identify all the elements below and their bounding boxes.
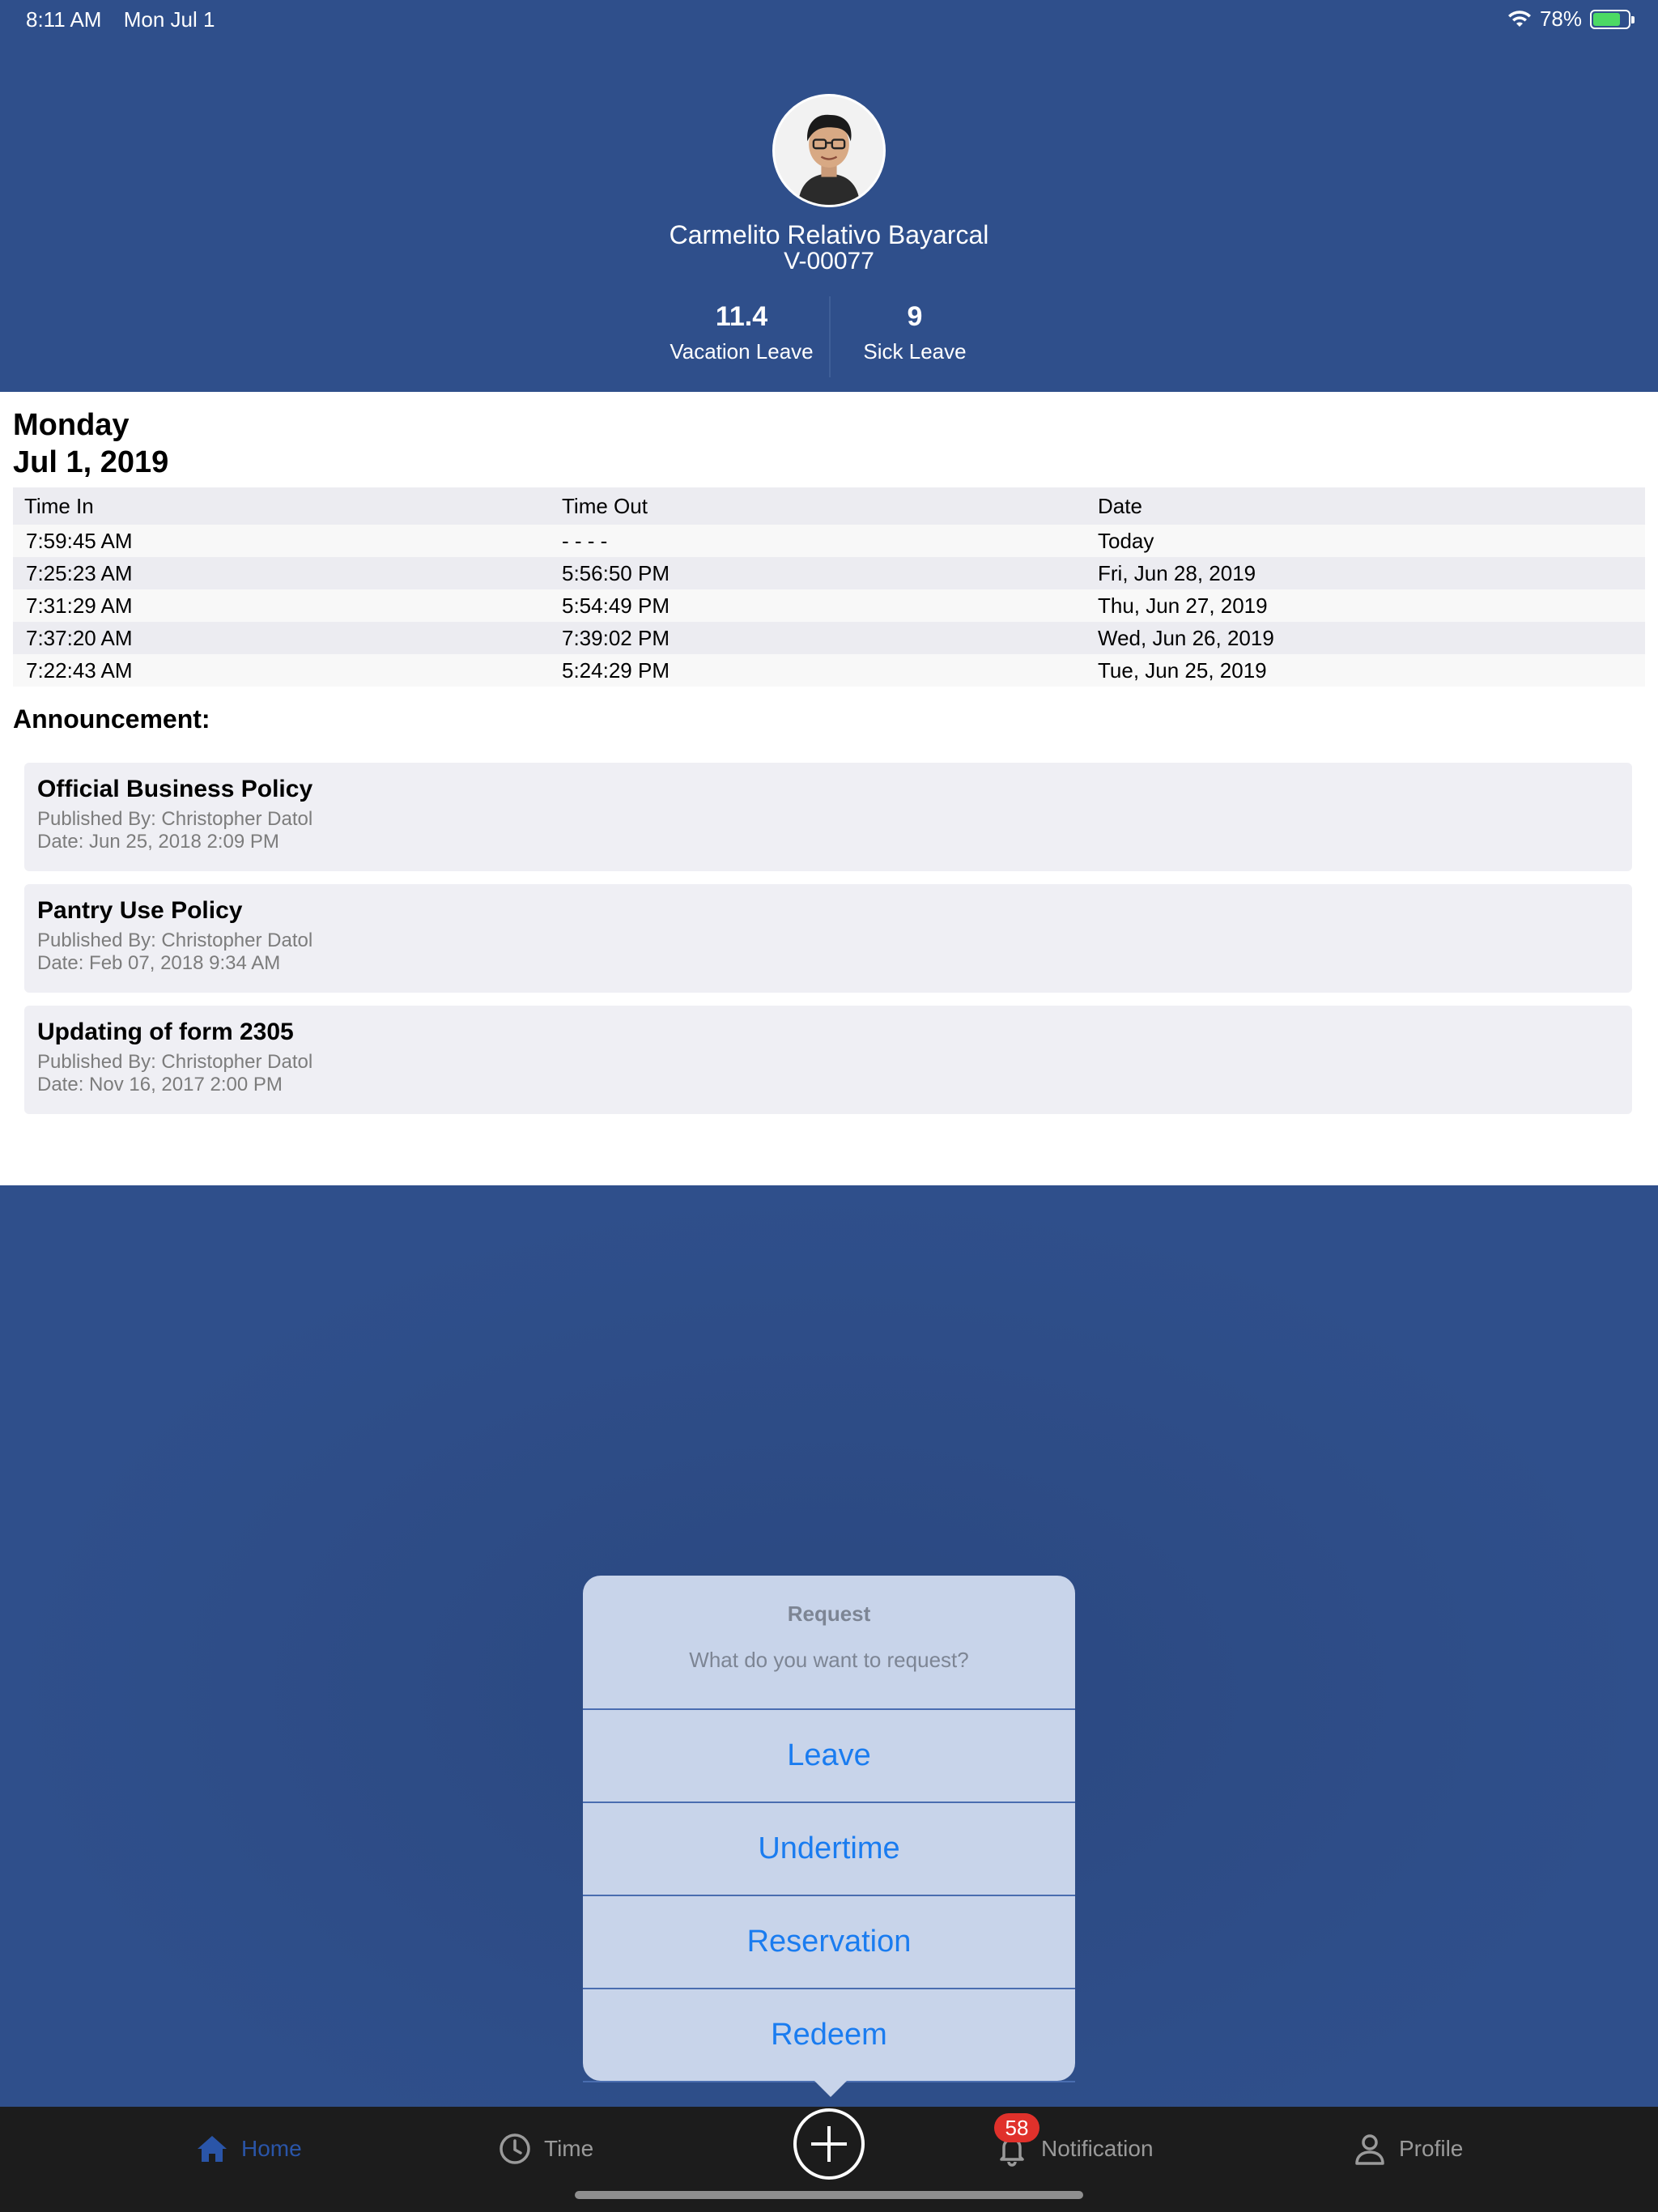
time-out-cell: 5:54:49 PM — [562, 593, 670, 618]
wifi-icon — [1507, 10, 1531, 27]
attendance-table: Time In Time Out Date 7:59:45 AM - - - -… — [13, 487, 1645, 687]
tab-notification-label: Notification — [1041, 2136, 1154, 2161]
announcement-title: Pantry Use Policy — [37, 897, 243, 924]
date-cell: Tue, Jun 25, 2019 — [1098, 657, 1267, 683]
tab-profile-label: Profile — [1399, 2136, 1464, 2161]
vacation-leave-label: Vacation Leave — [670, 339, 814, 364]
announcement-date: Date: Nov 16, 2017 2:00 PM — [37, 1074, 283, 1095]
employee-id: V-00077 — [784, 248, 874, 274]
announcement-publisher: Published By: Christopher Datol — [37, 808, 313, 830]
announcement-heading: Announcement: — [13, 704, 210, 734]
vacation-leave-value: 11.4 — [715, 301, 768, 332]
battery-icon — [1590, 9, 1635, 29]
date-cell: Wed, Jun 26, 2019 — [1098, 625, 1274, 650]
vacation-leave-stat: 11.4 Vacation Leave — [644, 301, 839, 364]
request-popover-header: Request What do you want to request? — [583, 1576, 1075, 1710]
request-popover-message: What do you want to request? — [689, 1648, 969, 1672]
request-leave-button[interactable]: Leave — [583, 1710, 1075, 1803]
sick-leave-value: 9 — [907, 301, 923, 332]
announcement-title: Official Business Policy — [37, 776, 313, 802]
table-header: Time In Time Out Date — [13, 487, 1645, 525]
announcement-title: Updating of form 2305 — [37, 1019, 294, 1045]
avatar[interactable] — [772, 94, 886, 207]
home-icon — [198, 2136, 227, 2162]
status-time: 8:11 AM — [26, 7, 102, 32]
table-row: 7:59:45 AM - - - - Today — [13, 525, 1645, 557]
time-in-cell: 7:31:29 AM — [26, 593, 133, 618]
announcement-date: Date: Feb 07, 2018 9:34 AM — [37, 952, 281, 974]
tab-profile[interactable]: Profile — [1352, 2131, 1463, 2167]
header-time-in: Time In — [24, 493, 94, 518]
announcement-card[interactable]: Pantry Use Policy Published By: Christop… — [24, 884, 1632, 993]
today-heading: Monday Jul 1, 2019 — [13, 406, 168, 481]
popover-arrow — [813, 2079, 848, 2097]
date-cell: Fri, Jun 28, 2019 — [1098, 560, 1256, 585]
announcement-card[interactable]: Updating of form 2305 Published By: Chri… — [24, 1006, 1632, 1114]
avatar-image — [775, 96, 883, 205]
battery-percent: 78% — [1539, 6, 1582, 31]
tab-time-label: Time — [544, 2136, 594, 2161]
announcement-publisher: Published By: Christopher Datol — [37, 1051, 313, 1073]
status-bar: 8:11 AM Mon Jul 1 78% — [0, 0, 1658, 37]
notification-badge: 58 — [994, 2113, 1039, 2142]
dashboard-content: Monday Jul 1, 2019 Time In Time Out Date… — [0, 392, 1658, 1185]
table-row: 7:37:20 AM 7:39:02 PM Wed, Jun 26, 2019 — [13, 622, 1645, 654]
request-popover: Request What do you want to request? Lea… — [583, 1576, 1075, 2097]
time-out-cell: 7:39:02 PM — [562, 625, 670, 650]
clock-icon — [500, 2133, 530, 2164]
request-redeem-button[interactable]: Redeem — [583, 1989, 1075, 2082]
request-reservation-button[interactable]: Reservation — [583, 1896, 1075, 1989]
announcement-card[interactable]: Official Business Policy Published By: C… — [24, 763, 1632, 871]
tab-home-label: Home — [241, 2136, 302, 2161]
add-request-button[interactable] — [793, 2108, 865, 2180]
header-time-out: Time Out — [562, 493, 648, 518]
time-out-cell: 5:24:29 PM — [562, 657, 670, 683]
sick-leave-stat: 9 Sick Leave — [818, 301, 1012, 364]
request-undertime-button[interactable]: Undertime — [583, 1803, 1075, 1896]
today-weekday: Monday — [13, 408, 130, 442]
tab-home[interactable]: Home — [194, 2131, 302, 2167]
table-row: 7:25:23 AM 5:56:50 PM Fri, Jun 28, 2019 — [13, 557, 1645, 589]
time-out-cell: - - - - — [562, 528, 608, 553]
time-out-cell: 5:56:50 PM — [562, 560, 670, 585]
person-icon — [1355, 2134, 1384, 2165]
time-in-cell: 7:22:43 AM — [26, 657, 133, 683]
table-row: 7:31:29 AM 5:54:49 PM Thu, Jun 27, 2019 — [13, 589, 1645, 622]
date-cell: Today — [1098, 528, 1154, 553]
date-cell: Thu, Jun 27, 2019 — [1098, 593, 1268, 618]
request-popover-title: Request — [787, 1602, 871, 1626]
profile-header: Carmelito Relativo Bayarcal V-00077 11.4… — [0, 0, 1658, 392]
employee-name: Carmelito Relativo Bayarcal — [669, 220, 989, 249]
home-indicator — [575, 2191, 1083, 2199]
header-date: Date — [1098, 493, 1142, 518]
sick-leave-label: Sick Leave — [863, 339, 967, 364]
announcement-date: Date: Jun 25, 2018 2:09 PM — [37, 831, 279, 853]
home-screen: Carmelito Relativo Bayarcal V-00077 11.4… — [0, 0, 1658, 2212]
tab-time[interactable]: Time — [497, 2131, 593, 2167]
time-in-cell: 7:37:20 AM — [26, 625, 133, 650]
announcement-publisher: Published By: Christopher Datol — [37, 929, 313, 951]
time-in-cell: 7:25:23 AM — [26, 560, 133, 585]
table-row: 7:22:43 AM 5:24:29 PM Tue, Jun 25, 2019 — [13, 654, 1645, 687]
status-date: Mon Jul 1 — [123, 7, 215, 32]
time-in-cell: 7:59:45 AM — [26, 528, 133, 553]
today-date: Jul 1, 2019 — [13, 445, 169, 479]
